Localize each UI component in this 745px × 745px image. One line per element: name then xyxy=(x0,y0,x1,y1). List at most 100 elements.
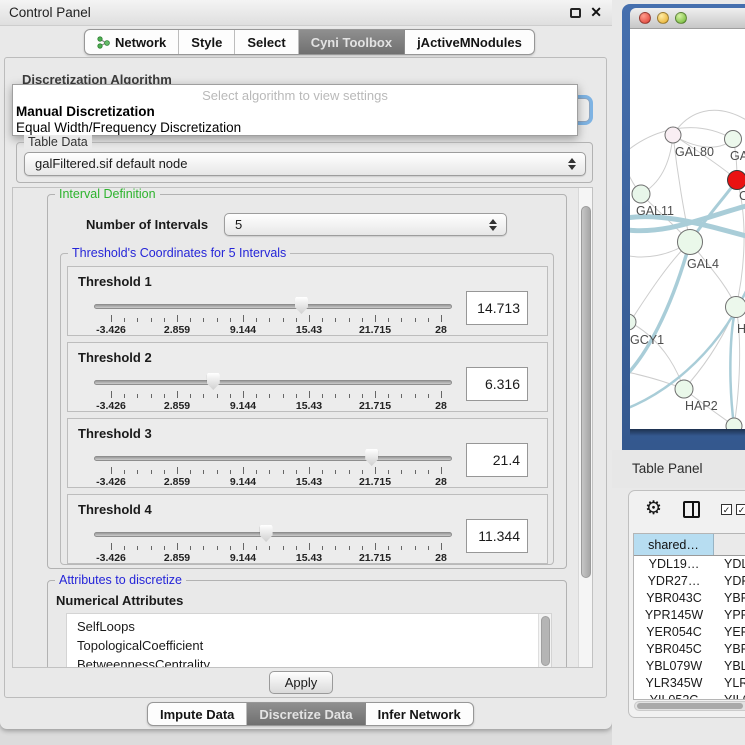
threshold-value-field[interactable]: 21.4 xyxy=(466,443,528,477)
network-canvas[interactable]: GAL80GACGAL11GAL4GCY1HHAP2 xyxy=(630,29,745,429)
slider-track[interactable] xyxy=(94,456,452,461)
threshold-1-panel: Threshold 1 -3.4262.8599.14415.4321.7152… xyxy=(67,266,548,336)
list-item-betweennesscentrality[interactable]: BetweennessCentrality xyxy=(67,655,551,668)
threshold-value-field[interactable]: 6.316 xyxy=(466,367,528,401)
network-node-top-right[interactable] xyxy=(725,131,742,148)
cell-shared-name[interactable]: YIL052C xyxy=(634,692,714,700)
network-node-gal11[interactable] xyxy=(632,185,650,203)
table-row[interactable]: YBR043CYBR0 xyxy=(634,590,745,607)
table-row[interactable]: YLR345WYLR3 xyxy=(634,675,745,692)
cell-name[interactable]: YBR0 xyxy=(714,590,745,607)
close-traffic-light-icon[interactable] xyxy=(639,12,651,24)
split-columns-icon[interactable] xyxy=(683,501,700,518)
list-item-topologicalcoefficient[interactable]: TopologicalCoefficient xyxy=(67,636,551,655)
tab-discretize-data[interactable]: Discretize Data xyxy=(246,703,364,725)
threshold-value-field[interactable]: 11.344 xyxy=(466,519,528,553)
tab-impute-data[interactable]: Impute Data xyxy=(148,703,246,725)
tab-infer-network[interactable]: Infer Network xyxy=(365,703,473,725)
threshold-slider[interactable]: -3.4262.8599.14415.4321.71528 xyxy=(94,295,452,335)
slider-track[interactable] xyxy=(94,304,452,309)
algorithm-placeholder-option[interactable]: Select algorithm to view settings xyxy=(13,88,577,103)
column-header-shared-name[interactable]: shared… xyxy=(634,534,714,555)
cell-shared-name[interactable]: YLR345W xyxy=(634,675,714,692)
cell-name[interactable]: YER0 xyxy=(714,624,745,641)
tab-jactivemnodules[interactable]: jActiveMNodules xyxy=(404,30,534,54)
menu-item-equal-width-frequency[interactable]: Equal Width/Frequency Discretization xyxy=(16,120,241,135)
threshold-2-panel: Threshold 2 -3.4262.8599.14415.4321.7152… xyxy=(67,342,548,412)
tick-mark xyxy=(415,394,416,398)
float-window-icon[interactable] xyxy=(570,8,581,18)
network-node-gal80[interactable] xyxy=(665,127,681,143)
table-row[interactable]: YBL079WYBL0 xyxy=(634,658,745,675)
table-horizontal-scrollbar[interactable] xyxy=(634,701,745,711)
cell-shared-name[interactable]: YDR27… xyxy=(634,573,714,590)
checkbox-icon[interactable]: ✓ xyxy=(736,504,745,515)
table-row[interactable]: YDR27…YDR2 xyxy=(634,573,745,590)
cell-name[interactable]: YIL0 xyxy=(714,692,745,700)
network-node-bottom-node[interactable] xyxy=(726,418,742,429)
slider-thumb[interactable] xyxy=(260,525,273,542)
scrollbar-thumb[interactable] xyxy=(637,703,743,709)
table-data-combobox[interactable]: galFiltered.sif default node xyxy=(24,152,586,176)
tab-cyni-toolbox[interactable]: Cyni Toolbox xyxy=(298,30,404,54)
table-row[interactable]: YPR145WYPR1 xyxy=(634,607,745,624)
cell-name[interactable]: YDR2 xyxy=(714,573,745,590)
tick-mark xyxy=(375,543,376,550)
tick-mark xyxy=(375,315,376,322)
slider-track[interactable] xyxy=(94,532,452,537)
cell-name[interactable]: YPR1 xyxy=(714,607,745,624)
close-icon[interactable]: ✕ xyxy=(590,4,602,21)
scrollbar-thumb[interactable] xyxy=(541,616,550,666)
table-row[interactable]: YBR045CYBR0 xyxy=(634,641,745,658)
cell-shared-name[interactable]: YDL19… xyxy=(634,556,714,573)
cell-name[interactable]: YBR0 xyxy=(714,641,745,658)
node-attribute-table[interactable]: shared… name YDL19…YDL1YDR27…YDR2YBR043C… xyxy=(633,533,745,700)
tab-select[interactable]: Select xyxy=(234,30,297,54)
network-icon xyxy=(97,36,110,49)
scrollbar-thumb[interactable] xyxy=(581,206,591,578)
network-node-red-node[interactable] xyxy=(728,171,745,190)
cell-shared-name[interactable]: YBR043C xyxy=(634,590,714,607)
network-node-gcy1[interactable] xyxy=(630,314,636,330)
slider-thumb[interactable] xyxy=(207,373,220,390)
combobox-spinner-icon[interactable] xyxy=(568,158,576,170)
tab-network-label: Network xyxy=(115,35,166,50)
zoom-traffic-light-icon[interactable] xyxy=(675,12,687,24)
network-node-hap2[interactable] xyxy=(675,380,693,398)
minimize-traffic-light-icon[interactable] xyxy=(657,12,669,24)
apply-button[interactable]: Apply xyxy=(269,671,333,694)
cell-name[interactable]: YLR3 xyxy=(714,675,745,692)
cell-shared-name[interactable]: YBR045C xyxy=(634,641,714,658)
threshold-slider[interactable]: -3.4262.8599.14415.4321.71528 xyxy=(94,523,452,563)
menu-item-manual-discretization[interactable]: Manual Discretization xyxy=(16,104,155,119)
column-header-name[interactable]: name xyxy=(714,534,745,555)
slider-track[interactable] xyxy=(94,380,452,385)
threshold-slider[interactable]: -3.4262.8599.14415.4321.71528 xyxy=(94,447,452,487)
cell-name[interactable]: YDL1 xyxy=(714,556,745,573)
slider-thumb[interactable] xyxy=(295,297,308,314)
table-row[interactable]: YIL052CYIL0 xyxy=(634,692,745,700)
threshold-value-field[interactable]: 14.713 xyxy=(466,291,528,325)
numerical-attributes-list[interactable]: SelfLoops TopologicalCoefficient Between… xyxy=(66,613,552,668)
combobox-spinner-icon[interactable] xyxy=(489,219,497,231)
settings-vertical-scrollbar[interactable] xyxy=(578,188,592,667)
cell-shared-name[interactable]: YBL079W xyxy=(634,658,714,675)
attributes-list-scrollbar[interactable] xyxy=(538,614,551,668)
network-node-gal4[interactable] xyxy=(678,230,703,255)
network-node-h-node[interactable] xyxy=(726,297,745,318)
cell-name[interactable]: YBL0 xyxy=(714,658,745,675)
tab-style[interactable]: Style xyxy=(178,30,234,54)
slider-thumb[interactable] xyxy=(365,449,378,466)
threshold-slider[interactable]: -3.4262.8599.14415.4321.71528 xyxy=(94,371,452,411)
number-of-intervals-combobox[interactable]: 5 xyxy=(224,213,507,236)
network-window-titlebar[interactable] xyxy=(630,8,745,29)
tick-mark xyxy=(151,394,152,398)
tab-network[interactable]: Network xyxy=(85,30,178,54)
table-row[interactable]: YER054CYER0 xyxy=(634,624,745,641)
list-item-selfloops[interactable]: SelfLoops xyxy=(67,614,551,636)
gear-icon[interactable]: ⚙ xyxy=(645,497,662,520)
table-row[interactable]: YDL19…YDL1 xyxy=(634,556,745,573)
checkbox-icon[interactable]: ✓ xyxy=(721,504,732,515)
cell-shared-name[interactable]: YPR145W xyxy=(634,607,714,624)
cell-shared-name[interactable]: YER054C xyxy=(634,624,714,641)
